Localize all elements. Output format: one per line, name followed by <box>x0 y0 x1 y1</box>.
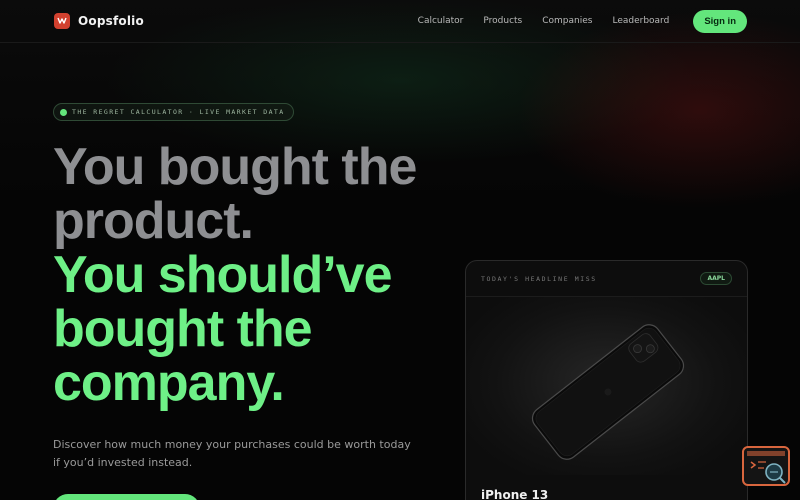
iphone-image <box>466 297 747 475</box>
subtitle-line-1: Discover how much money your purchases c… <box>53 438 411 451</box>
primary-cta-button[interactable] <box>53 494 200 500</box>
card-label: TODAY'S HEADLINE MISS <box>481 274 597 283</box>
subtitle-line-2: if you’d invested instead. <box>53 456 193 469</box>
badge-text: THE REGRET CALCULATOR · LIVE MARKET DATA <box>72 108 285 116</box>
brand[interactable]: Oopsfolio <box>54 13 144 29</box>
hero-subtitle: Discover how much money your purchases c… <box>53 436 433 472</box>
brand-name: Oopsfolio <box>78 14 144 28</box>
oopsfolio-logo-icon <box>54 13 70 29</box>
nav-link-products[interactable]: Products <box>483 16 522 26</box>
headline-miss-card[interactable]: TODAY'S HEADLINE MISS AAPL iPhone 13 <box>465 260 748 500</box>
nav-link-companies[interactable]: Companies <box>542 16 592 26</box>
headline-line-2: product. <box>53 192 254 250</box>
ticker-badge: AAPL <box>700 272 732 285</box>
top-nav: Oopsfolio Calculator Products Companies … <box>0 0 800 43</box>
headline-line-4: bought the <box>53 300 313 358</box>
live-dot-icon <box>60 108 67 116</box>
headline-line-1: You bought the <box>53 138 417 196</box>
terminal-search-icon[interactable] <box>742 446 790 486</box>
product-name: iPhone 13 <box>481 488 549 500</box>
regret-calculator-badge: THE REGRET CALCULATOR · LIVE MARKET DATA <box>53 103 294 121</box>
nav-link-leaderboard[interactable]: Leaderboard <box>612 16 669 26</box>
sign-in-button[interactable]: Sign in <box>693 9 747 33</box>
card-header: TODAY'S HEADLINE MISS AAPL <box>466 261 747 297</box>
nav-links: Calculator Products Companies Leaderboar… <box>418 9 747 33</box>
nav-link-calculator[interactable]: Calculator <box>418 16 464 26</box>
hero-headline: You bought the product. You should’ve bo… <box>53 140 473 410</box>
headline-line-3: You should’ve <box>53 246 393 304</box>
headline-line-5: company. <box>53 354 285 412</box>
